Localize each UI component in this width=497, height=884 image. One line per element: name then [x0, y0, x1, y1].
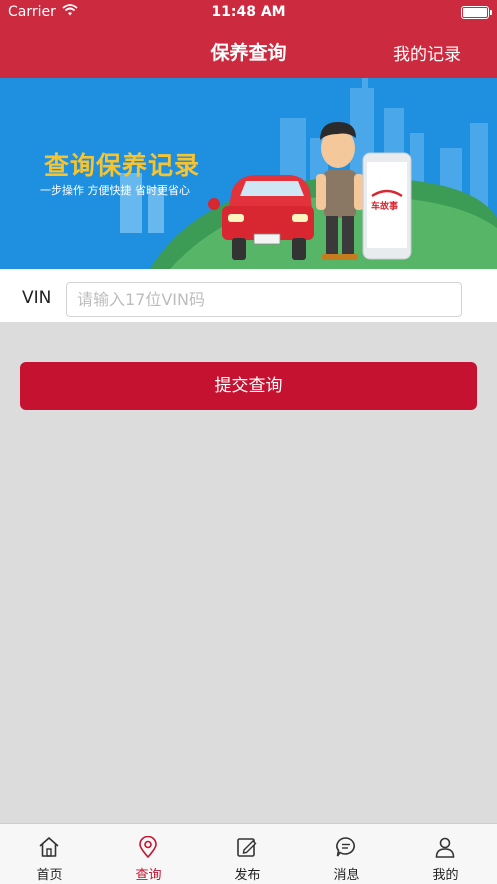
vin-form-row: VIN [0, 269, 497, 322]
submit-query-button[interactable]: 提交查询 [20, 362, 477, 410]
message-icon [336, 837, 355, 857]
status-time: 11:48 AM [211, 4, 286, 20]
user-icon [435, 837, 455, 858]
tab-label: 发布 [234, 868, 261, 883]
my-records-link[interactable]: 我的记录 [393, 40, 461, 65]
battery-icon [461, 6, 492, 19]
location-pin-icon [139, 836, 157, 858]
phone-logo-text: 车故事 [371, 202, 399, 212]
tab-query[interactable]: 查询 [99, 824, 198, 884]
status-bar: Carrier 11:48 AM [0, 0, 497, 26]
tab-home[interactable]: 首页 [0, 824, 99, 884]
banner-subtitle: 一步操作 方便快捷 省时更省心 [40, 184, 190, 197]
tab-label: 首页 [36, 868, 63, 883]
tab-label: 消息 [333, 868, 360, 883]
tab-profile[interactable]: 我的 [396, 824, 495, 884]
vin-input[interactable] [66, 282, 462, 317]
tab-label: 我的 [432, 868, 459, 883]
promo-banner: 查询保养记录 一步操作 方便快捷 省时更省心 车故事 [0, 78, 497, 269]
tab-publish[interactable]: 发布 [198, 824, 297, 884]
edit-icon [237, 838, 257, 857]
tab-label: 查询 [135, 868, 162, 883]
banner-title: 查询保养记录 [44, 151, 201, 180]
tab-bar: 首页 查询 发布 消息 我的 [0, 823, 497, 884]
home-icon [39, 837, 59, 857]
tab-messages[interactable]: 消息 [297, 824, 396, 884]
vin-label: VIN [22, 288, 52, 308]
navigation-bar: Carrier 11:48 AM 保养查询 我的记录 [0, 0, 497, 78]
